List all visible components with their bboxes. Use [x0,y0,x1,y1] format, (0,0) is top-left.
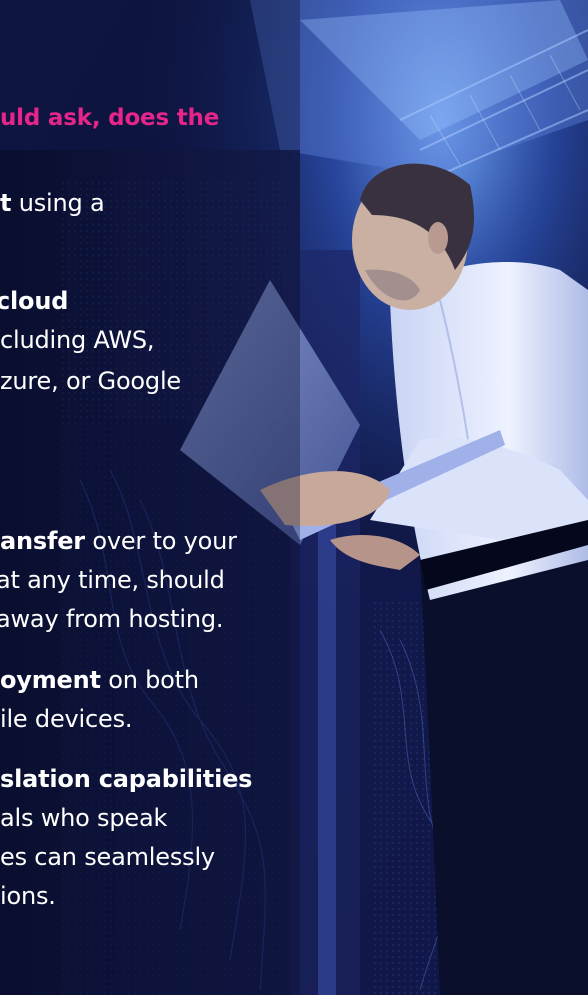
feature-item-2-bold: cloud [0,287,69,315]
feature-item-5-bold: slation capabilities [0,765,253,793]
feature-item-4-line-2: ile devices. [0,705,133,733]
feature-item-1-line-1: t using a [0,189,105,217]
feature-copy: uld ask, does the t using a cloud cludin… [0,0,588,995]
feature-item-2-line-2: cluding AWS, [0,326,155,354]
feature-item-4-bold: oyment [0,666,101,694]
feature-item-2-line-3: zure, or Google [0,367,181,395]
feature-item-4-line-1: oyment on both [0,666,199,694]
feature-item-5-line-1: slation capabilities [0,765,252,794]
feature-item-3-line-1: ansfer over to your [0,527,237,555]
feature-item-3-bold: ansfer [0,527,85,555]
feature-item-2-line-1: cloud [0,287,68,316]
feature-item-5-line-3: es can seamlessly [0,843,215,871]
feature-item-1-bold: t [0,189,12,217]
question-heading: uld ask, does the [0,105,220,131]
feature-item-3-line-2: at any time, should [0,566,225,594]
feature-item-5-line-4: ions. [0,882,56,910]
feature-item-3-line-3: away from hosting. [0,605,224,633]
feature-item-5-line-2: als who speak [0,804,168,832]
